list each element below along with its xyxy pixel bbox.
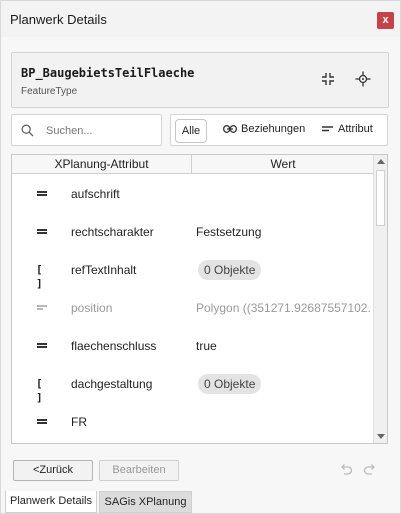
column-header-value[interactable]: Wert <box>192 155 374 173</box>
attribute-name: flaechenschluss <box>71 339 157 353</box>
attribute-name: FR <box>71 415 87 429</box>
collapse-icon[interactable] <box>319 70 337 88</box>
window-title: Planwerk Details <box>10 12 107 27</box>
back-button[interactable]: <Zurück <box>13 460 93 481</box>
attribute-table: XPlanung-Attribut Wert aufschrift rechts… <box>11 154 388 444</box>
tab-sagis-xplanung[interactable]: SAGis XPlanung <box>99 491 192 513</box>
filter-relations-button[interactable]: Beziehungen <box>223 123 305 135</box>
redo-icon[interactable] <box>363 463 377 478</box>
planwerk-details-window: Planwerk Details x BP_BaugebietsTeilFlae… <box>0 0 401 514</box>
scroll-up-icon[interactable] <box>377 159 385 164</box>
table-row[interactable]: position Polygon ((351271.92687557102... <box>12 289 374 327</box>
crosshair-icon[interactable] <box>354 70 372 88</box>
feature-type: FeatureType <box>21 86 78 97</box>
tab-planwerk-details[interactable]: Planwerk Details <box>5 491 97 513</box>
equals-icon <box>36 187 50 201</box>
table-header: XPlanung-Attribut Wert <box>12 155 374 174</box>
close-button[interactable]: x <box>377 12 394 29</box>
table-row[interactable]: flaechenschluss true <box>12 327 374 365</box>
attribute-name: rechtscharakter <box>71 225 154 239</box>
filter-toggle-group: Alle Beziehungen Attribut <box>170 114 388 146</box>
table-body: aufschrift rechtscharakter Festsetzung [… <box>12 175 374 441</box>
filter-attribute-label: Attribut <box>338 123 373 135</box>
filter-attribute-button[interactable]: Attribut <box>322 123 373 135</box>
equals-icon <box>36 301 50 315</box>
attribute-value: Festsetzung <box>196 225 262 239</box>
bottom-tabs: Planwerk Details SAGis XPlanung <box>1 491 400 514</box>
equals-icon <box>322 126 333 132</box>
attribute-name: position <box>71 301 113 315</box>
list-icon: [ ] <box>36 263 43 290</box>
vertical-scrollbar[interactable] <box>373 155 387 443</box>
feature-name: BP_BaugebietsTeilFlaeche <box>21 66 195 80</box>
title-bar: Planwerk Details x <box>1 1 400 37</box>
edit-button[interactable]: Bearbeiten <box>99 460 179 481</box>
attribute-name: aufschrift <box>71 187 120 201</box>
link-icon <box>223 125 237 133</box>
scroll-thumb[interactable] <box>376 170 385 226</box>
filter-relations-label: Beziehungen <box>241 123 306 135</box>
table-row[interactable]: [ ] dachgestaltung 0 Objekte <box>12 365 374 404</box>
search-icon <box>21 124 34 137</box>
table-row[interactable]: FR <box>12 403 374 441</box>
table-row[interactable]: aufschrift <box>12 175 374 213</box>
column-header-attribute[interactable]: XPlanung-Attribut <box>12 155 192 173</box>
attribute-value: true <box>196 339 217 353</box>
attribute-value: Polygon ((351271.92687557102... <box>196 301 370 315</box>
table-row[interactable]: [ ] refTextInhalt 0 Objekte <box>12 251 374 290</box>
table-row[interactable]: rechtscharakter Festsetzung <box>12 213 374 251</box>
attribute-name: refTextInhalt <box>71 263 137 277</box>
equals-icon <box>36 225 50 239</box>
filter-all-button[interactable]: Alle <box>175 119 207 143</box>
equals-icon <box>36 339 50 353</box>
undo-icon[interactable] <box>339 463 353 478</box>
search-box <box>11 114 162 146</box>
feature-header: BP_BaugebietsTeilFlaeche FeatureType <box>11 52 389 108</box>
list-icon: [ ] <box>36 377 43 404</box>
search-input[interactable] <box>46 122 156 140</box>
object-count-badge[interactable]: 0 Objekte <box>198 374 262 394</box>
attribute-name: dachgestaltung <box>71 377 153 391</box>
equals-icon <box>36 415 50 429</box>
object-count-badge[interactable]: 0 Objekte <box>198 260 262 280</box>
scroll-down-icon[interactable] <box>377 434 385 439</box>
